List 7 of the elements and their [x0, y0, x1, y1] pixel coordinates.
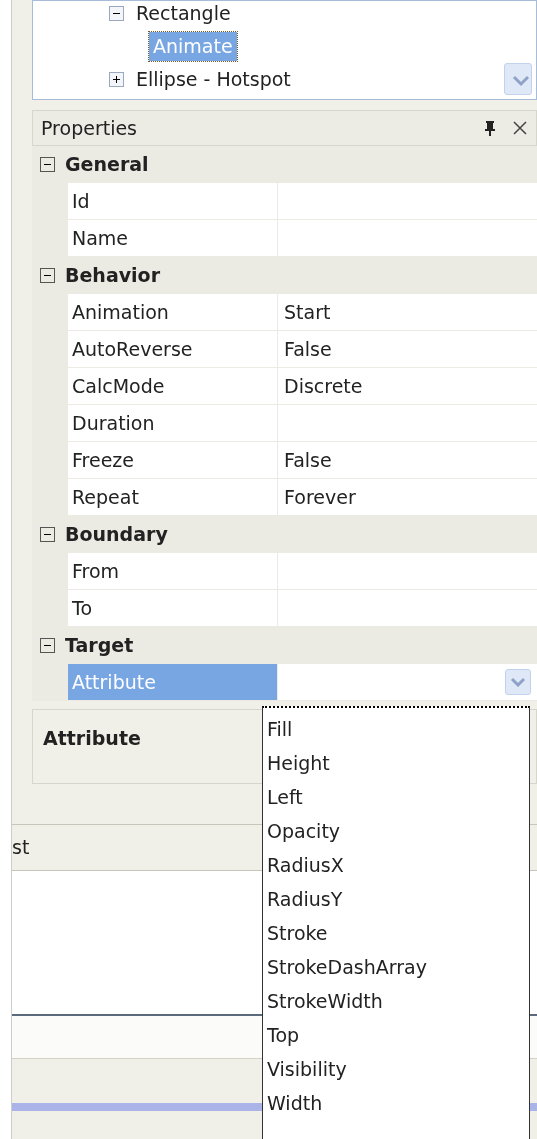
panel-title: Properties — [41, 115, 138, 141]
property-value: False — [284, 336, 332, 362]
property-value: False — [284, 447, 332, 473]
property-value: Discrete — [284, 373, 363, 399]
description-title: Attribute — [43, 727, 141, 749]
property-value: Start — [284, 299, 331, 325]
property-value: Forever — [284, 484, 356, 510]
